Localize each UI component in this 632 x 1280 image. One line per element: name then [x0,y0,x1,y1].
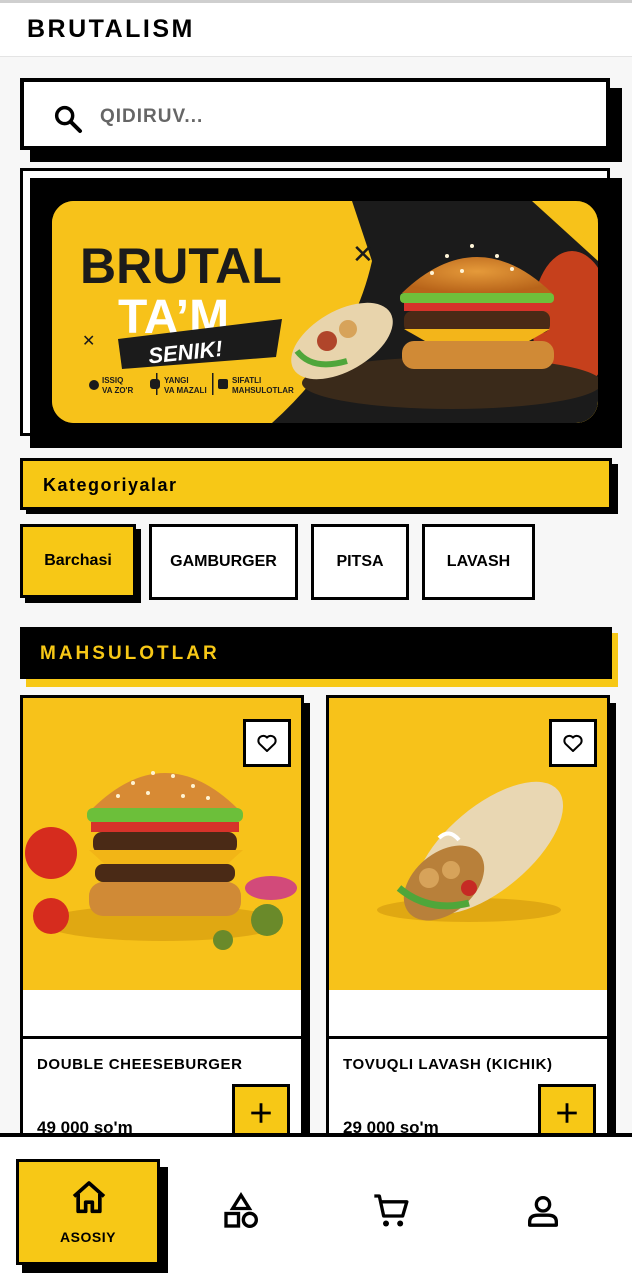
product-name: TOVUQLI LAVASH (KICHIK) [343,1056,553,1073]
heart-icon [563,734,583,752]
favorite-button[interactable] [549,719,597,767]
search-icon [54,105,82,133]
category-chip-lavash[interactable]: LAVASH [422,524,535,600]
categories-title: Kategoriyalar [43,475,178,495]
bottom-nav: ASOSIY [0,1133,632,1280]
user-icon[interactable] [523,1191,563,1231]
product-card[interactable]: DOUBLE CHEESEBURGER 49 000 so'm [20,695,310,1155]
burger-icon [150,379,160,389]
nav-home-button[interactable]: ASOSIY [16,1159,160,1265]
search-bar [20,78,622,162]
promo-banner[interactable]: BRUTAL TA’M SENIK! ✕ ✕ ✕ ISSIQ VA ZO'R Y… [20,168,622,448]
categories-header: Kategoriyalar [20,458,620,516]
search-box[interactable] [20,78,610,150]
svg-text:✕: ✕ [574,227,589,247]
app-bar: BRUTALISM [0,3,632,57]
search-input[interactable] [100,100,580,134]
feature-2-top: YANGI [164,376,189,385]
feature-3-top: SIFATLI [232,376,261,385]
thumbs-up-icon [218,379,228,389]
fire-icon [89,380,99,390]
product-name: DOUBLE CHEESEBURGER [37,1056,243,1073]
category-chip-gamburger[interactable]: GAMBURGER [149,524,298,600]
favorite-button[interactable] [243,719,291,767]
banner-image: BRUTAL TA’M SENIK! ✕ ✕ ✕ ISSIQ VA ZO'R Y… [52,201,598,423]
svg-text:✕: ✕ [352,239,374,269]
feature-1-bottom: VA ZO'R [102,386,133,395]
banner-line1: BRUTAL [80,238,282,294]
category-chip-all[interactable]: Barchasi [20,524,136,598]
home-icon [72,1181,106,1214]
category-chip-pitsa[interactable]: PITSA [311,524,409,600]
shapes-icon[interactable] [221,1191,261,1231]
feature-3-bottom: MAHSULOTLAR [232,386,294,395]
product-card[interactable]: TOVUQLI LAVASH (KICHIK) 29 000 so'm [326,695,616,1155]
cart-icon[interactable] [371,1191,411,1231]
products-title: MAHSULOTLAR [40,643,220,664]
heart-icon [257,734,277,752]
svg-text:✕: ✕ [82,333,95,350]
app-title: BRUTALISM [27,15,195,43]
nav-home-label: ASOSIY [60,1229,116,1245]
banner-card: BRUTAL TA’M SENIK! ✕ ✕ ✕ ISSIQ VA ZO'R Y… [30,178,622,448]
feature-2-bottom: VA MAZALI [164,386,207,395]
products-header: MAHSULOTLAR [20,627,620,689]
plus-icon [251,1103,271,1123]
feature-1-top: ISSIQ [102,376,123,385]
plus-icon [557,1103,577,1123]
